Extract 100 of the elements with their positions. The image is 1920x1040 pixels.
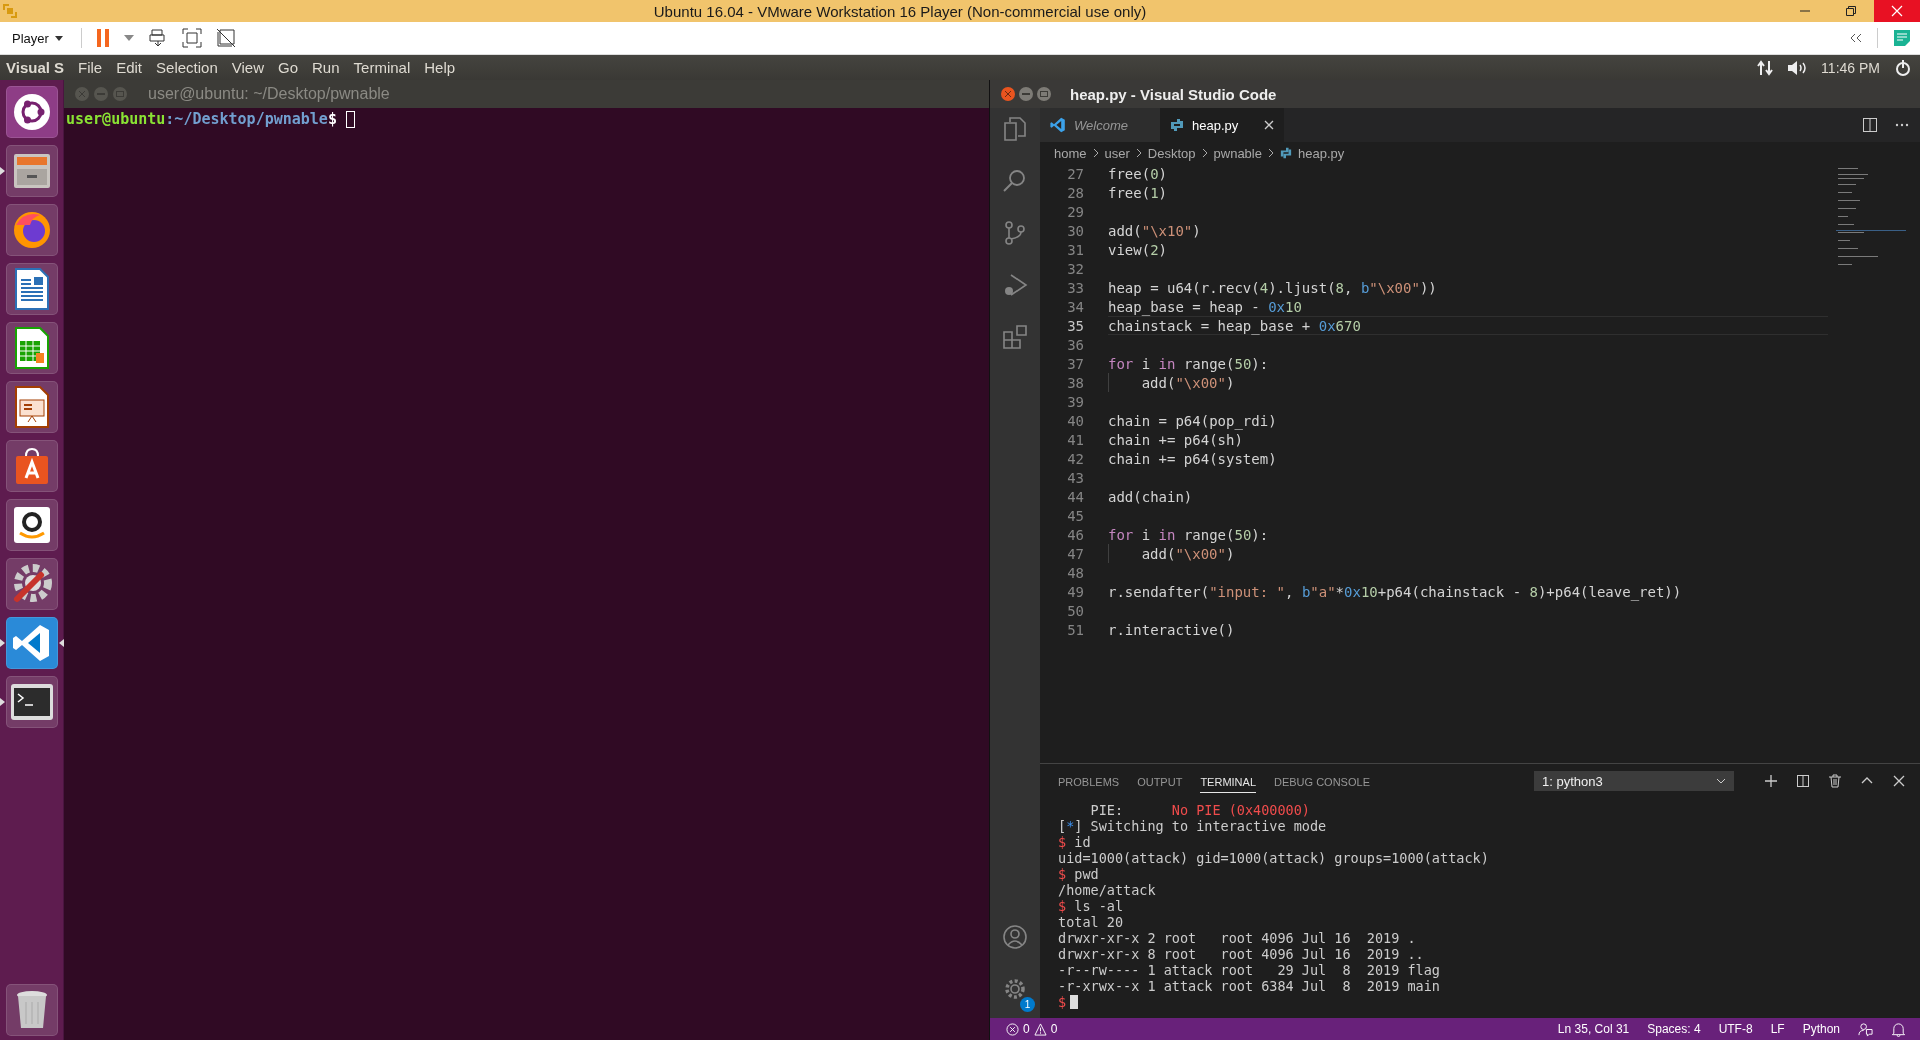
breadcrumb-item[interactable]: pwnable bbox=[1213, 145, 1262, 161]
trash-icon[interactable] bbox=[1828, 774, 1842, 788]
menu-item[interactable]: Selection bbox=[156, 59, 218, 76]
launcher-tile[interactable] bbox=[5, 617, 58, 669]
launcher-tile[interactable] bbox=[5, 322, 58, 374]
encoding-status[interactable]: UTF-8 bbox=[1718, 1022, 1753, 1036]
terminal-prompt: user@ubuntu:~/Desktop/pwnable$ bbox=[66, 110, 337, 128]
menu-item[interactable]: Terminal bbox=[353, 59, 411, 76]
feedback-icon[interactable] bbox=[1858, 1021, 1873, 1037]
network-icon[interactable] bbox=[1757, 59, 1774, 76]
launcher-tile[interactable] bbox=[5, 381, 58, 433]
split-editor-icon[interactable] bbox=[1862, 117, 1878, 133]
cursor-position[interactable]: Ln 35, Col 31 bbox=[1557, 1022, 1630, 1036]
terminal-line: $ ls -al bbox=[1058, 898, 1124, 914]
launcher-tile[interactable] bbox=[5, 86, 58, 138]
menu-item[interactable]: View bbox=[231, 59, 264, 76]
spreadsheet-icon bbox=[13, 327, 50, 369]
launcher-tile[interactable] bbox=[5, 676, 58, 728]
window-buttons-icon[interactable] bbox=[1000, 86, 1054, 102]
extensions-icon[interactable] bbox=[1002, 324, 1028, 350]
line-ending-status[interactable]: LF bbox=[1770, 1022, 1785, 1036]
terminal-line: drwxr-xr-x 8 root root 4096 Jul 16 2019 .. bbox=[1058, 946, 1424, 962]
menu-item[interactable]: File bbox=[78, 59, 103, 76]
warning-icon bbox=[1033, 1022, 1047, 1036]
terminal-icon bbox=[9, 683, 54, 721]
panel-tab[interactable]: TERMINAL bbox=[1200, 769, 1256, 793]
terminal-line: -r--rw---- 1 attack root 29 Jul 8 2019 flag bbox=[1058, 962, 1440, 978]
code-editor-icon bbox=[11, 623, 52, 663]
search-icon[interactable] bbox=[1002, 168, 1028, 194]
breadcrumb-item[interactable]: Desktop bbox=[1147, 145, 1196, 161]
language-status[interactable]: Python bbox=[1802, 1022, 1840, 1036]
menu-item[interactable]: Go bbox=[278, 59, 298, 76]
code-line: chain += p64(system) bbox=[1108, 450, 1277, 467]
problems-status[interactable]: 0 0 bbox=[1006, 1022, 1058, 1036]
menu-item[interactable]: Run bbox=[312, 59, 340, 76]
close-icon[interactable] bbox=[1264, 120, 1274, 130]
editor-tab[interactable]: Welcome bbox=[1040, 108, 1160, 142]
terminal-line: drwxr-xr-x 2 root root 4096 Jul 16 2019 . bbox=[1058, 930, 1416, 946]
line-number: 36 bbox=[1066, 336, 1084, 353]
launcher-tile[interactable] bbox=[5, 499, 58, 551]
pause-icon[interactable] bbox=[95, 28, 110, 48]
ubuntu-logo-icon bbox=[11, 92, 52, 132]
app-name: Visual S bbox=[6, 59, 62, 76]
clock[interactable]: 11:46 PM bbox=[1821, 59, 1880, 76]
line-number: 32 bbox=[1066, 260, 1084, 277]
editor-tab[interactable]: heap.py bbox=[1160, 108, 1284, 142]
breadcrumb-item[interactable]: user bbox=[1104, 145, 1130, 161]
line-number: 33 bbox=[1066, 279, 1084, 296]
line-number: 48 bbox=[1066, 564, 1084, 581]
window-title: Ubuntu 16.04 - VMware Workstation 16 Player (Non-commercial use only) bbox=[652, 2, 1148, 20]
split-terminal-icon[interactable] bbox=[1796, 774, 1810, 788]
panel-tab[interactable]: PROBLEMS bbox=[1058, 769, 1120, 793]
launcher-tile[interactable] bbox=[5, 440, 58, 492]
line-number: 49 bbox=[1066, 583, 1084, 600]
menu-item[interactable]: Edit bbox=[116, 59, 143, 76]
presentation-icon bbox=[13, 386, 50, 428]
bell-icon[interactable] bbox=[1891, 1021, 1906, 1037]
menu-item[interactable]: Help bbox=[424, 59, 456, 76]
launcher-tile[interactable] bbox=[5, 263, 58, 315]
code-line: chain += p64(sh) bbox=[1108, 431, 1243, 448]
line-number: 39 bbox=[1066, 393, 1084, 410]
dropdown-caret-icon[interactable] bbox=[123, 35, 134, 41]
vmware-logo-icon bbox=[2, 3, 18, 19]
line-number: 47 bbox=[1066, 545, 1084, 562]
source-control-icon[interactable] bbox=[1002, 220, 1028, 246]
code-editor-icon bbox=[1050, 117, 1066, 133]
panel-tab[interactable]: DEBUG CONSOLE bbox=[1274, 769, 1370, 793]
line-number: 34 bbox=[1066, 298, 1084, 315]
code-line: heap_base = heap - 0x10 bbox=[1108, 298, 1302, 315]
code-line: free(1) bbox=[1108, 184, 1168, 201]
account-icon[interactable] bbox=[1002, 924, 1028, 950]
notes-icon[interactable] bbox=[1892, 28, 1912, 48]
files-icon[interactable] bbox=[1002, 116, 1028, 142]
power-icon[interactable] bbox=[1894, 58, 1912, 77]
send-keys-icon[interactable] bbox=[147, 28, 168, 48]
line-number: 38 bbox=[1066, 374, 1084, 391]
launcher-tile[interactable] bbox=[5, 145, 58, 197]
launcher-tile[interactable] bbox=[5, 558, 58, 610]
speaker-icon[interactable] bbox=[1787, 59, 1808, 76]
python-file-icon bbox=[1170, 118, 1184, 132]
line-number: 46 bbox=[1066, 526, 1084, 543]
code-line: chainstack = heap_base + 0x670 bbox=[1108, 317, 1361, 334]
line-number: 51 bbox=[1066, 621, 1084, 638]
plus-icon[interactable] bbox=[1764, 774, 1778, 788]
close-icon[interactable] bbox=[1892, 774, 1906, 788]
indentation-status[interactable]: Spaces: 4 bbox=[1647, 1022, 1701, 1036]
collapse-icon[interactable] bbox=[1849, 33, 1863, 43]
breadcrumb-item[interactable]: home bbox=[1054, 145, 1087, 161]
chevron-icon bbox=[1267, 148, 1274, 158]
trash-icon bbox=[14, 990, 49, 1030]
breadcrumb-item[interactable]: heap.py bbox=[1297, 145, 1345, 161]
run-debug-icon[interactable] bbox=[1002, 272, 1028, 298]
settings-icon[interactable] bbox=[1002, 976, 1028, 1002]
code-line: r.interactive() bbox=[1108, 621, 1235, 638]
panel-tab[interactable]: OUTPUT bbox=[1137, 769, 1183, 793]
launcher-tile[interactable] bbox=[5, 984, 58, 1036]
launcher-tile[interactable] bbox=[5, 204, 58, 256]
fullscreen-icon[interactable] bbox=[181, 28, 202, 48]
terminal-select[interactable]: 1: python3 bbox=[1534, 771, 1734, 791]
terminal-line: [*] Switching to interactive mode bbox=[1058, 818, 1327, 834]
